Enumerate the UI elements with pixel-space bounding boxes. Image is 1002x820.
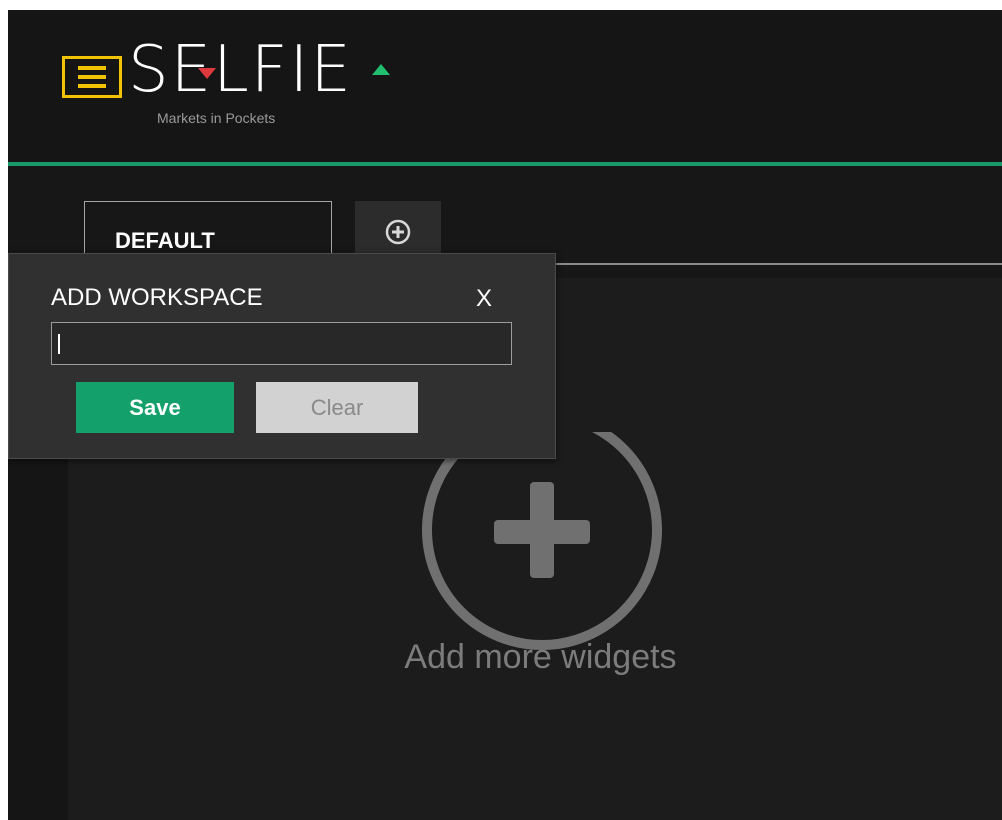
close-button[interactable]: X xyxy=(476,285,492,313)
up-arrow-icon xyxy=(372,64,390,75)
logo-text: SELFIE xyxy=(128,33,353,107)
menu-button[interactable] xyxy=(62,56,122,98)
down-arrow-icon xyxy=(198,68,216,79)
clear-button[interactable]: Clear xyxy=(256,382,418,433)
tab-label: DEFAULT xyxy=(115,228,215,253)
hamburger-icon xyxy=(78,66,106,88)
text-caret xyxy=(58,334,60,354)
save-button[interactable]: Save xyxy=(76,382,234,433)
popup-title: ADD WORKSPACE xyxy=(51,284,263,311)
workspace-name-input[interactable] xyxy=(51,322,512,365)
header: SELFIE Markets in Pockets xyxy=(8,10,1002,166)
add-widgets-icon[interactable] xyxy=(422,432,662,672)
add-widgets-label[interactable]: Add more widgets xyxy=(358,638,723,677)
add-workspace-popup: ADD WORKSPACE X Save Clear xyxy=(8,253,556,459)
app-window: SELFIE Markets in Pockets DEFAULT Add mo… xyxy=(8,10,1002,820)
tagline: Markets in Pockets xyxy=(157,110,276,126)
